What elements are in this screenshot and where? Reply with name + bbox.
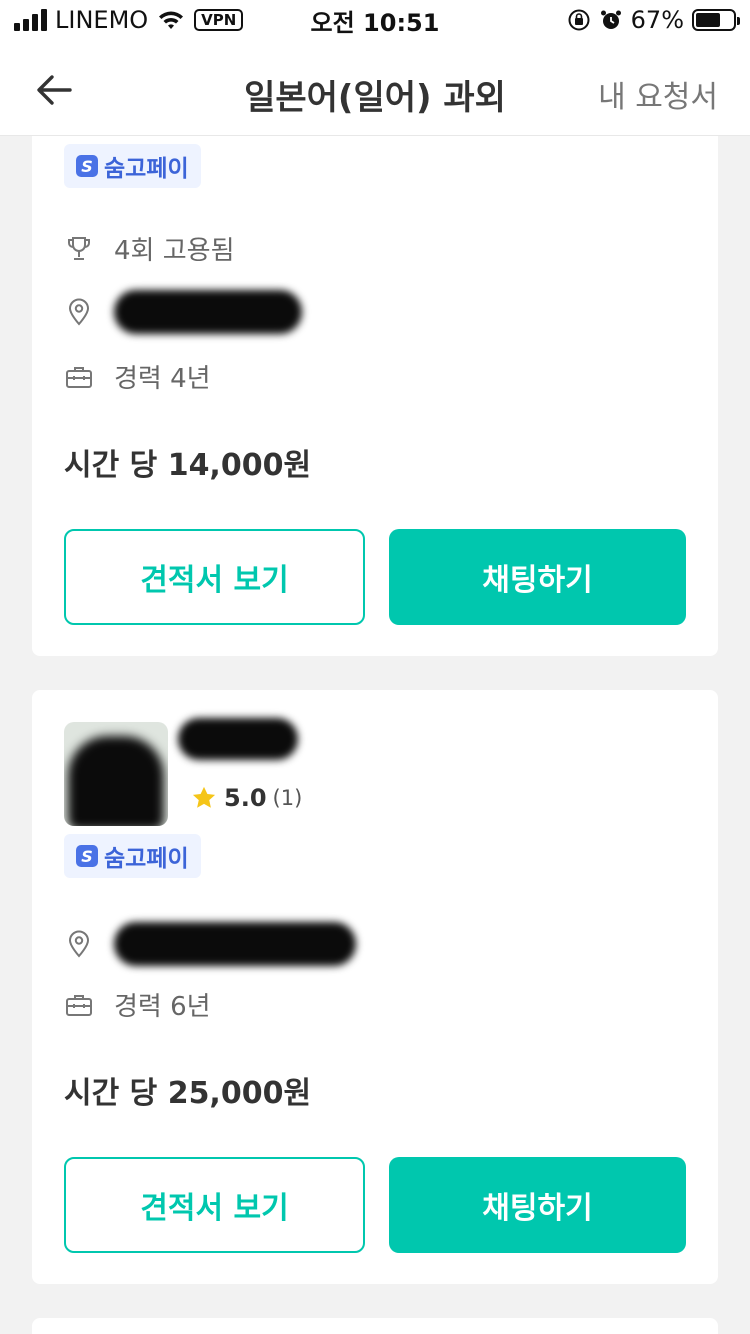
location-pin-icon (68, 930, 90, 958)
pay-badge-label: 숨고페이 (104, 846, 189, 872)
trophy-icon (68, 236, 90, 260)
rating: 5.0 (1) (190, 784, 302, 812)
carrier-name: LINEMO (55, 6, 149, 34)
hourly-price: 시간 당 14,000원 (64, 448, 312, 483)
expert-name-redacted (178, 718, 298, 760)
avatar-redacted (68, 736, 164, 826)
location-row (64, 922, 356, 966)
status-bar: LINEMO VPN 오전 10:51 67% (0, 0, 750, 40)
experience-text: 경력 6년 (114, 992, 211, 1022)
location-redacted (114, 290, 302, 334)
avatar (64, 722, 168, 826)
briefcase-icon (66, 366, 92, 388)
signal-icon (14, 9, 47, 31)
hires-row: 4회 고용됨 (64, 230, 235, 267)
soomgo-pay-badge: S 숨고페이 (64, 834, 201, 878)
location-row (64, 290, 302, 334)
soomgo-pay-badge: S 숨고페이 (64, 144, 201, 188)
expert-card[interactable]: 5.0 (1) S 숨고페이 경력 6년 시간 당 25,000원 견적서 보기… (32, 690, 718, 1284)
vpn-badge: VPN (194, 9, 244, 31)
location-redacted (114, 922, 356, 966)
my-request-link[interactable]: 내 요청서 (598, 72, 718, 116)
pay-badge-label: 숨고페이 (104, 156, 189, 182)
chat-button[interactable]: 채팅하기 (389, 1157, 686, 1253)
soomgo-pay-logo-icon: S (76, 845, 98, 867)
experience-text: 경력 4년 (114, 364, 211, 394)
location-pin-icon (68, 298, 90, 326)
hires-count: 4회 고용됨 (114, 236, 235, 266)
battery-percent: 67% (630, 6, 684, 34)
experience-row: 경력 4년 (64, 358, 211, 395)
expert-card[interactable]: S 숨고페이 4회 고용됨 경력 4년 시간 당 14,000원 견적서 보기 … (32, 136, 718, 656)
hourly-price: 시간 당 25,000원 (64, 1076, 312, 1111)
rating-score: 5.0 (224, 784, 267, 812)
battery-level (696, 13, 721, 27)
battery-icon (692, 9, 740, 31)
wifi-icon (159, 11, 184, 29)
status-right: 67% (567, 6, 740, 34)
chat-button[interactable]: 채팅하기 (389, 529, 686, 625)
view-quote-button[interactable]: 견적서 보기 (64, 1157, 365, 1253)
alarm-icon (600, 10, 621, 29)
star-icon (192, 786, 216, 808)
review-count: (1) (272, 786, 303, 810)
app-header: 일본어(일어) 과외 내 요청서 (0, 40, 750, 136)
soomgo-pay-logo-icon: S (76, 155, 98, 177)
expert-card[interactable] (32, 1318, 718, 1334)
briefcase-icon (66, 994, 92, 1016)
view-quote-button[interactable]: 견적서 보기 (64, 529, 365, 625)
orientation-lock-icon (568, 9, 590, 31)
experience-row: 경력 6년 (64, 986, 211, 1023)
status-left: LINEMO VPN (14, 6, 244, 34)
